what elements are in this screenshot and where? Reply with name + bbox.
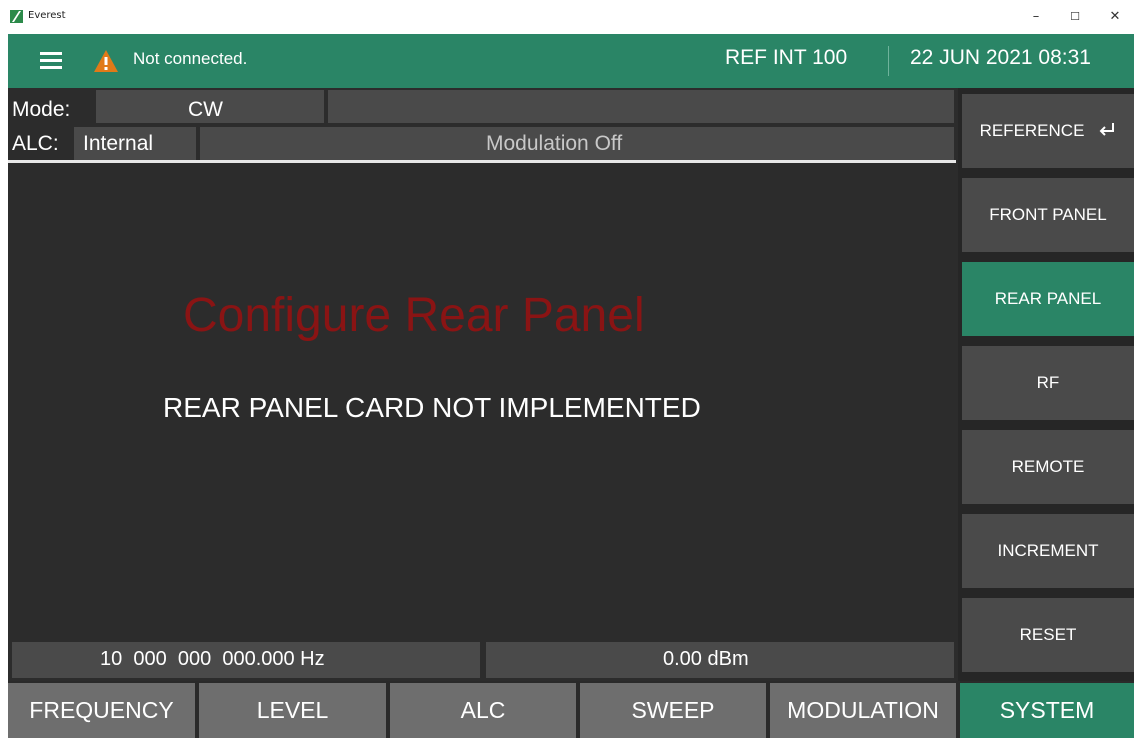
frequency-readout: 10 000 000 000.000 Hz: [100, 648, 325, 670]
tab-label: LEVEL: [256, 697, 329, 723]
sidebar-item-label: RF: [1036, 373, 1060, 392]
level-readout: 0.00 dBm: [663, 648, 749, 670]
sidebar-item-label: REFERENCE: [979, 121, 1085, 140]
sidebar-item-label: FRONT PANEL: [989, 205, 1107, 224]
sidebar-item-rf[interactable]: RF: [962, 346, 1134, 420]
sidebar-item-reset[interactable]: RESET: [962, 598, 1134, 672]
tab-system[interactable]: SYSTEM: [960, 683, 1134, 738]
page-title: Configure Rear Panel: [183, 289, 645, 342]
alc-label: ALC:: [12, 132, 59, 155]
sidebar-item-remote[interactable]: REMOTE: [962, 430, 1134, 504]
close-button[interactable]: ✕: [1100, 6, 1130, 28]
tab-label: SWEEP: [631, 697, 715, 723]
tab-level[interactable]: LEVEL: [199, 683, 386, 738]
mode-value: CW: [188, 98, 223, 121]
sidebar-item-front-panel[interactable]: FRONT PANEL: [962, 178, 1134, 252]
window-title: Everest: [28, 10, 66, 21]
minimize-button[interactable]: –: [1021, 6, 1051, 28]
sidebar-item-increment[interactable]: INCREMENT: [962, 514, 1134, 588]
app-header: Not connected. REF INT 100 22 JUN 2021 0…: [8, 34, 1134, 88]
divider-line: [8, 160, 956, 163]
maximize-button[interactable]: ☐: [1060, 6, 1090, 28]
tab-modulation[interactable]: MODULATION: [770, 683, 956, 738]
sidebar-item-label: RESET: [1019, 625, 1077, 644]
header-divider: [888, 46, 889, 76]
tab-frequency[interactable]: FREQUENCY: [8, 683, 195, 738]
tab-label: FREQUENCY: [29, 697, 174, 723]
main-panel: [8, 88, 958, 681]
enter-return-icon: [1098, 121, 1116, 142]
mode-label: Mode:: [12, 98, 71, 121]
tab-label: MODULATION: [787, 697, 939, 723]
sidebar-item-label: INCREMENT: [997, 541, 1099, 560]
hamburger-menu-icon[interactable]: [40, 52, 62, 70]
warning-icon: [93, 49, 119, 73]
tab-label: ALC: [460, 697, 506, 723]
sidebar-item-label: REMOTE: [1011, 457, 1085, 476]
modulation-status: Modulation Off: [486, 132, 623, 155]
sidebar-item-label: REAR PANEL: [994, 289, 1102, 308]
connection-status: Not connected.: [133, 49, 248, 68]
tab-alc[interactable]: ALC: [390, 683, 576, 738]
date-time: 22 JUN 2021 08:31: [910, 46, 1091, 69]
reference-indicator: REF INT 100: [725, 46, 848, 69]
app-logo-icon: [10, 10, 23, 23]
not-implemented-message: REAR PANEL CARD NOT IMPLEMENTED: [163, 392, 701, 423]
window-titlebar: Everest – ☐ ✕: [0, 0, 1136, 34]
sidebar-item-reference[interactable]: REFERENCE: [962, 94, 1134, 168]
sidebar-item-rear-panel[interactable]: REAR PANEL: [962, 262, 1134, 336]
alc-value: Internal: [83, 132, 154, 155]
tab-label: SYSTEM: [999, 697, 1095, 723]
mode-info-field: [328, 90, 954, 123]
tab-sweep[interactable]: SWEEP: [580, 683, 766, 738]
